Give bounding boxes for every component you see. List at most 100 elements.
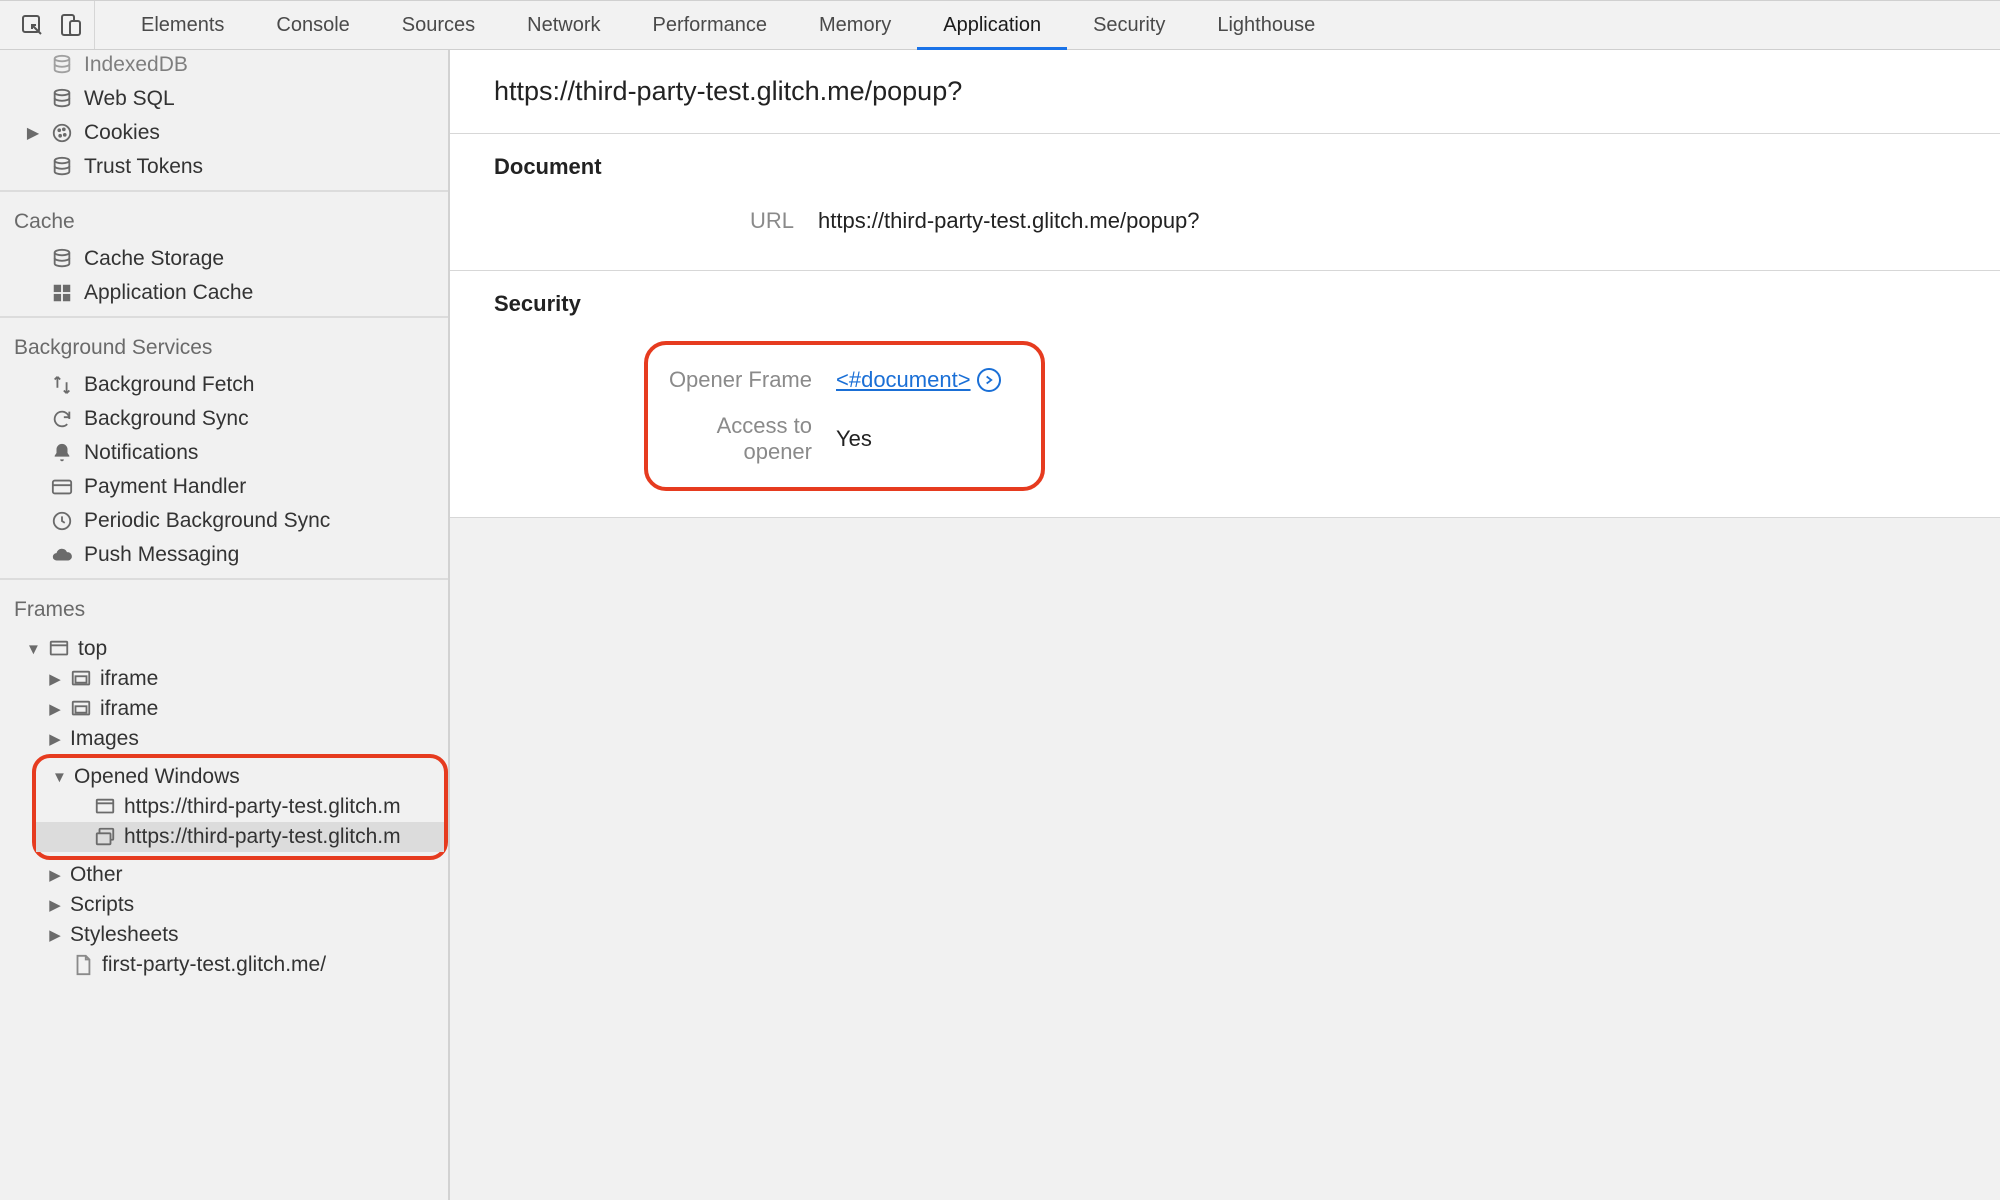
clock-icon [50, 510, 74, 532]
window-icon [94, 796, 116, 818]
label-access-to-opener: Access to opener [652, 413, 812, 465]
frames-tree: ▼ top ▶ iframe ▶ iframe [0, 630, 448, 986]
tab-lighthouse[interactable]: Lighthouse [1191, 1, 1341, 49]
tree-item-label: Scripts [70, 893, 134, 917]
tree-item-label: Other [70, 863, 123, 887]
tree-item-top[interactable]: ▼ top [0, 634, 448, 664]
tree-item-opened-window-1[interactable]: https://third-party-test.glitch.m [36, 792, 444, 822]
sidebar-item-label: Application Cache [84, 281, 253, 305]
sidebar-section-bgservices: Background Services [0, 324, 448, 368]
grid-icon [50, 282, 74, 304]
devtools-tabbar: Elements Console Sources Network Perform… [0, 0, 2000, 50]
transfer-icon [50, 374, 74, 396]
sidebar-item-payment-handler[interactable]: Payment Handler [0, 470, 448, 504]
frame-icon [70, 668, 92, 690]
sidebar-item-application-cache[interactable]: Application Cache [0, 276, 448, 310]
toolbar-icons [8, 1, 95, 49]
toggle-device-icon[interactable] [58, 13, 82, 37]
tab-console[interactable]: Console [250, 1, 375, 49]
database-icon [50, 54, 74, 76]
frame-icon [70, 698, 92, 720]
sidebar-item-background-fetch[interactable]: Background Fetch [0, 368, 448, 402]
database-icon [50, 248, 74, 270]
bell-icon [50, 442, 74, 464]
sidebar-item-background-sync[interactable]: Background Sync [0, 402, 448, 436]
sidebar-item-notifications[interactable]: Notifications [0, 436, 448, 470]
application-sidebar: IndexedDB Web SQL ▶ Cookies Trust Tokens… [0, 50, 450, 1200]
inspect-element-icon[interactable] [20, 13, 44, 37]
tree-item-label: https://third-party-test.glitch.m [124, 795, 401, 819]
opener-frame-link[interactable]: <#document> [836, 367, 971, 393]
tree-item-opened-window-2[interactable]: https://third-party-test.glitch.m [36, 822, 444, 852]
expand-arrow-icon[interactable]: ▶ [48, 730, 62, 748]
tree-item-label: iframe [100, 697, 158, 721]
sidebar-section-cache: Cache [0, 198, 448, 242]
label-opener-frame: Opener Frame [652, 367, 812, 393]
expand-arrow-icon[interactable]: ▶ [48, 926, 62, 944]
tree-item-iframe[interactable]: ▶ iframe [0, 694, 448, 724]
tree-item-stylesheets[interactable]: ▶ Stylesheets [0, 920, 448, 950]
divider [0, 190, 448, 192]
sidebar-item-label: IndexedDB [84, 53, 188, 77]
sidebar-section-frames: Frames [0, 586, 448, 630]
sidebar-item-push-messaging[interactable]: Push Messaging [0, 538, 448, 572]
expand-arrow-icon[interactable]: ▶ [48, 670, 62, 688]
sidebar-item-label: Push Messaging [84, 543, 239, 567]
divider [0, 578, 448, 580]
divider [0, 316, 448, 318]
sidebar-item-cache-storage[interactable]: Cache Storage [0, 242, 448, 276]
frame-detail-panel: https://third-party-test.glitch.me/popup… [450, 50, 2000, 1200]
value-access-to-opener: Yes [836, 426, 872, 452]
expand-arrow-icon[interactable]: ▶ [48, 866, 62, 884]
tab-security[interactable]: Security [1067, 1, 1191, 49]
sidebar-item-label: Trust Tokens [84, 155, 203, 179]
tree-item-other[interactable]: ▶ Other [0, 860, 448, 890]
sidebar-item-label: Web SQL [84, 87, 175, 111]
tree-item-images[interactable]: ▶ Images [0, 724, 448, 754]
collapse-arrow-icon[interactable]: ▼ [26, 641, 40, 658]
reveal-in-elements-icon[interactable] [977, 368, 1001, 392]
sync-icon [50, 408, 74, 430]
section-document: Document URL https://third-party-test.gl… [450, 134, 2000, 271]
row-access-to-opener: Access to opener Yes [652, 403, 1001, 475]
cookie-icon [50, 122, 74, 144]
tree-item-label: Opened Windows [74, 765, 240, 789]
collapse-arrow-icon[interactable]: ▼ [52, 769, 66, 786]
value-url: https://third-party-test.glitch.me/popup… [818, 208, 1200, 234]
expand-arrow-icon[interactable]: ▶ [48, 896, 62, 914]
sidebar-item-periodic-sync[interactable]: Periodic Background Sync [0, 504, 448, 538]
tree-item-label: Images [70, 727, 139, 751]
sidebar-item-label: Background Sync [84, 407, 249, 431]
expand-arrow-icon[interactable]: ▶ [26, 123, 40, 143]
tree-item-scripts[interactable]: ▶ Scripts [0, 890, 448, 920]
database-icon [50, 88, 74, 110]
tab-application[interactable]: Application [917, 1, 1067, 49]
tree-item-opened-windows[interactable]: ▼ Opened Windows [36, 762, 444, 792]
sidebar-item-cookies[interactable]: ▶ Cookies [0, 116, 448, 150]
sidebar-item-label: Periodic Background Sync [84, 509, 330, 533]
tree-item-iframe[interactable]: ▶ iframe [0, 664, 448, 694]
sidebar-item-indexeddb[interactable]: IndexedDB [0, 50, 448, 82]
tab-sources[interactable]: Sources [376, 1, 501, 49]
expand-arrow-icon[interactable]: ▶ [48, 700, 62, 718]
tab-performance[interactable]: Performance [627, 1, 794, 49]
tab-network[interactable]: Network [501, 1, 626, 49]
tree-item-first-party[interactable]: first-party-test.glitch.me/ [0, 950, 448, 980]
database-icon [50, 156, 74, 178]
window-icon [48, 638, 70, 660]
tab-elements[interactable]: Elements [115, 1, 250, 49]
tree-item-label: Stylesheets [70, 923, 179, 947]
sidebar-item-trust-tokens[interactable]: Trust Tokens [0, 150, 448, 184]
cloud-icon [50, 544, 74, 566]
section-heading: Document [494, 154, 1956, 180]
document-icon [72, 954, 94, 976]
highlight-security-rows: Opener Frame <#document> Access to opene… [644, 341, 1045, 491]
sidebar-item-websql[interactable]: Web SQL [0, 82, 448, 116]
tree-item-label: https://third-party-test.glitch.m [124, 825, 401, 849]
sidebar-item-label: Cache Storage [84, 247, 224, 271]
row-url: URL https://third-party-test.glitch.me/p… [494, 198, 1956, 244]
section-security: Security Opener Frame <#document> Access… [450, 271, 2000, 518]
tab-memory[interactable]: Memory [793, 1, 917, 49]
sidebar-item-label: Background Fetch [84, 373, 254, 397]
sidebar-item-label: Notifications [84, 441, 198, 465]
